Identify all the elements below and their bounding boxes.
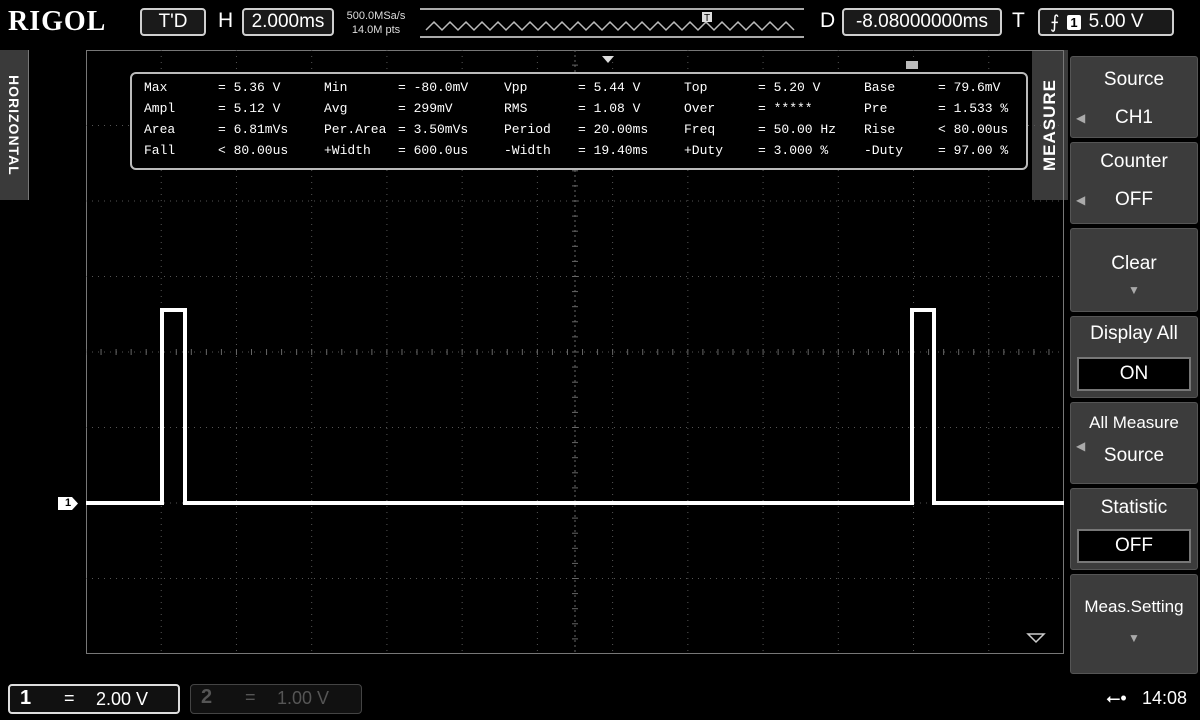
measurement-name: -Duty [864, 143, 904, 158]
measurement-value: = 600.0us [398, 143, 469, 158]
measurement-value: = 5.12 V [218, 101, 281, 116]
measurement-value: = 97.00 % [938, 143, 1009, 158]
chevron-down-icon: ▼ [1128, 283, 1140, 297]
menu-display-all[interactable]: Display All ON [1070, 316, 1198, 398]
ch2-scale: 1.00 V [277, 688, 330, 708]
measurement-name: Rise [864, 122, 896, 137]
usb-icon: ⭠• [1106, 688, 1127, 708]
menu-source[interactable]: Source ◀ CH1 [1070, 56, 1198, 138]
measurement-row: Fall < 80.00us +Width = 600.0us -Width = 19.4… [132, 143, 1026, 163]
horizontal-tab[interactable]: HORIZONTAL [0, 50, 29, 200]
measure-menu: Source ◀ CH1 Counter ◀ OFF Clear ▼ Displ… [1068, 50, 1200, 676]
measurement-name: Base [864, 80, 896, 95]
chevron-down-icon: ▼ [1128, 631, 1140, 645]
ch1-number: 1 [20, 687, 32, 709]
delay-value[interactable]: -8.08000000ms [842, 8, 1002, 36]
menu-source-value: CH1 [1114, 107, 1153, 128]
brand-logo: RIGOL [8, 6, 107, 37]
ch1-coupling-icon: = [64, 688, 75, 708]
clock-time: 14:08 [1142, 688, 1188, 708]
measurement-value: = 3.50mVs [398, 122, 469, 137]
top-status-bar: RIGOL T'D H 2.000ms 500.0MSa/s 14.0M pts… [0, 0, 1200, 44]
measurement-name: Min [324, 80, 348, 95]
memory-depth: 14.0M pts [351, 24, 401, 36]
rising-edge-icon: ⨍ [1050, 11, 1060, 32]
measurement-name: Period [504, 122, 551, 137]
menu-all-measure-source-label: Source [1103, 445, 1165, 466]
measurement-value: = 20.00ms [578, 122, 649, 137]
measurement-value: = 5.20 V [758, 80, 821, 95]
horizontal-tab-label: HORIZONTAL [6, 74, 22, 176]
ch2-coupling-icon: = [245, 687, 256, 707]
measurement-value: < 80.00us [938, 122, 1009, 137]
menu-statistic[interactable]: Statistic OFF [1070, 488, 1198, 570]
run-status-badge[interactable]: T'D [140, 8, 206, 36]
measurement-name: Avg [324, 101, 348, 116]
measurement-name: Pre [864, 101, 888, 116]
ch1-scale-box[interactable]: 1 = 2.00 V [8, 684, 180, 714]
measurement-row: Area = 6.81mVs Per.Area = 3.50mVs Period = 20… [132, 122, 1026, 142]
measurement-name: Over [684, 101, 716, 116]
measurement-value: = 299mV [398, 101, 453, 116]
measurement-row: Ampl = 5.12 V Avg = 299mV RMS = 1.08 V Over = *… [132, 101, 1026, 121]
trigger-setting[interactable]: ⨍ 1 5.00 V [1038, 8, 1174, 36]
ch1-scale: 2.00 V [96, 689, 149, 709]
ch2-scale-box[interactable]: 2 = 1.00 V [190, 684, 362, 714]
ch2-number: 2 [201, 686, 213, 708]
menu-all-measure-title: All Measure [1089, 413, 1179, 432]
measurement-value: = 6.81mVs [218, 122, 289, 137]
measurement-name: Max [144, 80, 168, 95]
measurement-value: = 50.00 Hz [758, 122, 837, 137]
measurement-value: = ***** [758, 101, 813, 116]
measurement-value: < 80.00us [218, 143, 289, 158]
measurement-name: Ampl [144, 101, 176, 116]
waveform-overview: T [425, 12, 795, 32]
timebase-value[interactable]: 2.000ms [242, 8, 334, 36]
measurement-name: Per.Area [324, 122, 387, 137]
measurement-name: +Width [324, 143, 371, 158]
menu-meas-setting[interactable]: Meas.Setting ▼ [1070, 574, 1198, 674]
measurement-value: = 1.533 % [938, 101, 1009, 116]
trigger-level: 5.00 V [1088, 11, 1144, 32]
delay-label: D [820, 9, 836, 32]
ch1-ground-marker-label: 1 [64, 497, 72, 509]
sample-rate: 500.0MSa/s [346, 10, 406, 22]
trigger-label: T [1012, 9, 1025, 32]
measurement-name: RMS [504, 101, 528, 116]
svg-text:T: T [704, 13, 710, 24]
measurement-name: Vpp [504, 80, 528, 95]
menu-counter-value: OFF [1115, 189, 1153, 210]
menu-meas-setting-title: Meas.Setting [1084, 597, 1184, 616]
menu-counter[interactable]: Counter ◀ OFF [1070, 142, 1198, 224]
menu-source-title: Source [1103, 69, 1165, 90]
measurement-name: Freq [684, 122, 716, 137]
measurement-name: Top [684, 80, 708, 95]
menu-display-all-value: ON [1077, 357, 1191, 391]
measurement-row: Max = 5.36 V Min = -80.0mV Vpp = 5.44 V Top = 5… [132, 80, 1026, 100]
measurement-panel: Max = 5.36 V Min = -80.0mV Vpp = 5.44 V Top = 5… [130, 72, 1028, 170]
trigger-channel-badge: 1 [1067, 14, 1081, 30]
menu-clear-title: Clear [1111, 253, 1157, 274]
measurement-name: Fall [144, 143, 176, 158]
measurement-name: -Width [504, 143, 551, 158]
measurement-value: = -80.0mV [398, 80, 469, 95]
measurement-value: = 3.000 % [758, 143, 829, 158]
measurement-value: = 19.40ms [578, 143, 649, 158]
menu-statistic-title: Statistic [1100, 497, 1168, 518]
bottom-status-bar [0, 676, 1200, 720]
measurement-name: Area [144, 122, 176, 137]
menu-counter-title: Counter [1100, 151, 1168, 172]
measurement-value: = 5.44 V [578, 80, 641, 95]
memory-overview-bar: T [420, 8, 804, 38]
measurement-value: = 5.36 V [218, 80, 281, 95]
ch1-ground-marker[interactable]: 1 [58, 497, 78, 510]
menu-all-measure-source[interactable]: All Measure ◀ Source [1070, 402, 1198, 484]
measurement-name: +Duty [684, 143, 724, 158]
menu-display-all-title: Display All [1090, 323, 1178, 344]
horizontal-label: H [218, 9, 234, 32]
menu-statistic-value: OFF [1077, 529, 1191, 563]
menu-clear[interactable]: Clear ▼ [1070, 228, 1198, 312]
measurement-value: = 79.6mV [938, 80, 1001, 95]
measurement-value: = 1.08 V [578, 101, 641, 116]
